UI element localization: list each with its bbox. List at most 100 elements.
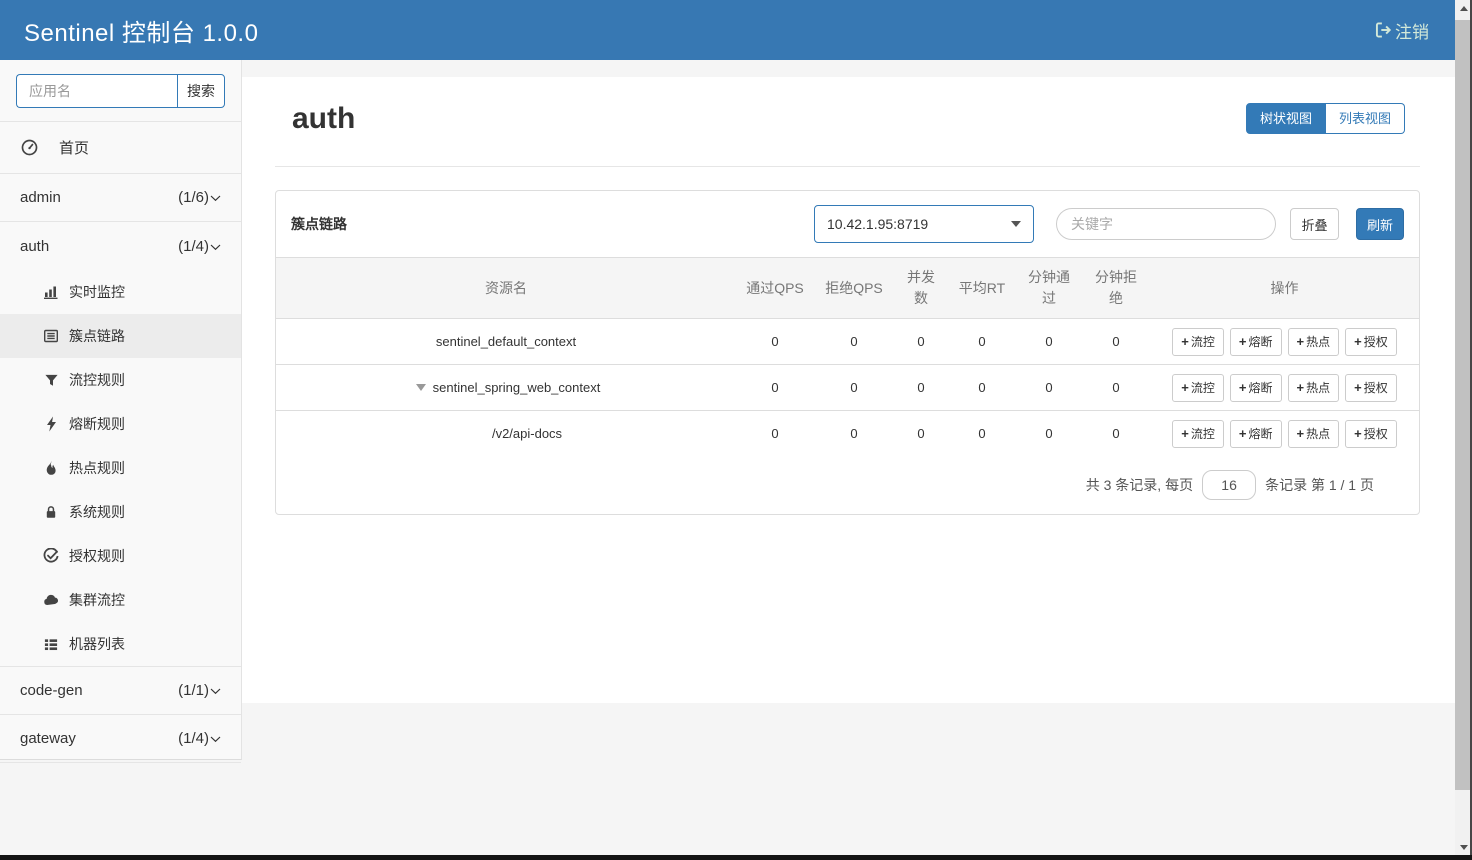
sidebar-item-param-flow-rules[interactable]: 热点规则 xyxy=(0,446,241,490)
logout-button[interactable]: 注销 xyxy=(1374,18,1429,43)
plus-icon: + xyxy=(1354,334,1362,349)
sidebar-item-label: code-gen xyxy=(20,682,83,699)
th-list-icon xyxy=(42,637,60,652)
triangle-down-icon xyxy=(1460,845,1468,850)
sidebar-item-cluster-flow[interactable]: 集群流控 xyxy=(0,578,241,622)
plus-icon: + xyxy=(1354,426,1362,441)
cell-avg-rt: 0 xyxy=(948,365,1016,411)
bolt-icon xyxy=(42,416,60,432)
cell-pass-qps: 0 xyxy=(736,411,814,457)
sidebar-item-gateway[interactable]: gateway (1/4) xyxy=(0,715,241,763)
plus-icon: + xyxy=(1297,426,1305,441)
cell-block-qps: 0 xyxy=(814,319,894,365)
sidebar-item-cluster-link[interactable]: 簇点链路 xyxy=(0,314,241,358)
cell-block-qps: 0 xyxy=(814,365,894,411)
machine-select-value: 10.42.1.95:8719 xyxy=(827,216,928,232)
cell-avg-rt: 0 xyxy=(948,411,1016,457)
plus-icon: + xyxy=(1181,334,1189,349)
add-flow-rule-button[interactable]: +流控 xyxy=(1172,328,1224,356)
app-title: Sentinel 控制台 1.0.0 xyxy=(0,13,258,48)
app-search-input[interactable] xyxy=(16,74,177,108)
fire-icon xyxy=(42,460,60,476)
window-bottom-edge xyxy=(0,855,1472,860)
per-page-input[interactable] xyxy=(1202,470,1256,500)
app-search-button[interactable]: 搜索 xyxy=(177,74,225,108)
add-param-rule-button[interactable]: +热点 xyxy=(1288,420,1340,448)
column-header-pass-min: 分钟通过 xyxy=(1016,258,1082,319)
pagination: 共 3 条记录, 每页 条记录 第 1 / 1 页 xyxy=(276,457,1419,514)
collapse-button[interactable]: 折叠 xyxy=(1290,208,1339,240)
add-param-rule-button[interactable]: +热点 xyxy=(1288,328,1340,356)
cell-pass-min: 0 xyxy=(1016,319,1082,365)
column-header-block-qps: 拒绝QPS xyxy=(814,258,894,319)
sidebar-item-home[interactable]: 首页 xyxy=(0,122,241,174)
add-authority-rule-button[interactable]: +授权 xyxy=(1345,420,1397,448)
sidebar-item-machine-list[interactable]: 机器列表 xyxy=(0,622,241,666)
chevron-down-icon xyxy=(210,682,221,699)
resource-name: /v2/api-docs xyxy=(276,411,736,457)
check-circle-icon xyxy=(42,548,60,564)
main-content: auth 树状视图 列表视图 簇点链路 10.42.1.95:8719 折叠 刷… xyxy=(242,77,1455,703)
page-title: auth xyxy=(292,102,355,136)
resource-table: 资源名 通过QPS 拒绝QPS 并发数 平均RT 分钟通过 分钟拒绝 操作 se… xyxy=(276,257,1419,457)
machine-select[interactable]: 10.42.1.95:8719 xyxy=(814,205,1034,243)
refresh-button[interactable]: 刷新 xyxy=(1356,208,1404,240)
cell-threads: 0 xyxy=(894,319,948,365)
resource-name: sentinel_spring_web_context xyxy=(433,380,601,395)
app-machine-count: (1/4) xyxy=(178,238,209,255)
sidebar-item-label: admin xyxy=(20,189,61,206)
table-row: sentinel_spring_web_context 0 0 0 0 0 0 … xyxy=(276,365,1419,411)
sidebar-item-label: gateway xyxy=(20,730,76,747)
plus-icon: + xyxy=(1239,380,1247,395)
add-degrade-rule-button[interactable]: +熔断 xyxy=(1230,420,1282,448)
chevron-down-icon xyxy=(210,730,221,747)
sidebar-item-degrade-rules[interactable]: 熔断规则 xyxy=(0,402,241,446)
cell-pass-min: 0 xyxy=(1016,365,1082,411)
sidebar-item-code-gen[interactable]: code-gen (1/1) xyxy=(0,667,241,715)
sidebar-item-label: 流控规则 xyxy=(69,370,125,390)
gauge-icon xyxy=(20,139,38,156)
plus-icon: + xyxy=(1239,426,1247,441)
column-header-operations: 操作 xyxy=(1150,258,1419,319)
column-header-resource: 资源名 xyxy=(276,258,736,319)
add-authority-rule-button[interactable]: +授权 xyxy=(1345,374,1397,402)
sidebar-group-auth: auth (1/4) xyxy=(0,222,241,667)
tree-view-button[interactable]: 树状视图 xyxy=(1246,103,1326,134)
scrollbar-thumb[interactable] xyxy=(1455,20,1470,790)
expand-icon[interactable] xyxy=(416,384,426,391)
sidebar-item-label: 热点规则 xyxy=(69,458,125,478)
add-param-rule-button[interactable]: +热点 xyxy=(1288,374,1340,402)
plus-icon: + xyxy=(1181,426,1189,441)
app-machine-count: (1/4) xyxy=(178,730,209,747)
list-view-button[interactable]: 列表视图 xyxy=(1326,103,1405,134)
list-alt-icon xyxy=(42,328,60,344)
sidebar-item-label: 熔断规则 xyxy=(69,414,125,434)
pagination-suffix-text: 条记录 第 1 / 1 页 xyxy=(1265,475,1374,495)
column-header-block-min: 分钟拒绝 xyxy=(1082,258,1150,319)
column-header-threads: 并发数 xyxy=(894,258,948,319)
sidebar-item-auth[interactable]: auth (1/4) xyxy=(0,222,241,270)
add-authority-rule-button[interactable]: +授权 xyxy=(1345,328,1397,356)
add-degrade-rule-button[interactable]: +熔断 xyxy=(1230,328,1282,356)
sidebar-item-authority-rules[interactable]: 授权规则 xyxy=(0,534,241,578)
cell-block-min: 0 xyxy=(1082,319,1150,365)
sidebar-item-flow-rules[interactable]: 流控规则 xyxy=(0,358,241,402)
table-header-row: 资源名 通过QPS 拒绝QPS 并发数 平均RT 分钟通过 分钟拒绝 操作 xyxy=(276,258,1419,319)
sidebar-item-system-rules[interactable]: 系统规则 xyxy=(0,490,241,534)
sidebar-item-realtime-monitor[interactable]: 实时监控 xyxy=(0,270,241,314)
sidebar-item-label: 实时监控 xyxy=(69,282,125,302)
cloud-icon xyxy=(42,593,60,607)
cluster-link-panel: 簇点链路 10.42.1.95:8719 折叠 刷新 资源名 通过QPS 拒绝Q… xyxy=(275,190,1420,515)
sidebar-item-admin[interactable]: admin (1/6) xyxy=(0,174,241,222)
app-machine-count: (1/6) xyxy=(178,189,209,206)
add-flow-rule-button[interactable]: +流控 xyxy=(1172,420,1224,448)
add-flow-rule-button[interactable]: +流控 xyxy=(1172,374,1224,402)
sidebar-nav: 首页 admin (1/6) auth (1/4) xyxy=(0,121,241,763)
bar-chart-icon xyxy=(42,284,60,300)
plus-icon: + xyxy=(1181,380,1189,395)
panel-heading: 簇点链路 10.42.1.95:8719 折叠 刷新 xyxy=(276,191,1419,257)
title-divider xyxy=(275,166,1420,167)
keyword-search-input[interactable] xyxy=(1056,208,1276,240)
add-degrade-rule-button[interactable]: +熔断 xyxy=(1230,374,1282,402)
sidebar-item-label: 首页 xyxy=(59,137,89,158)
